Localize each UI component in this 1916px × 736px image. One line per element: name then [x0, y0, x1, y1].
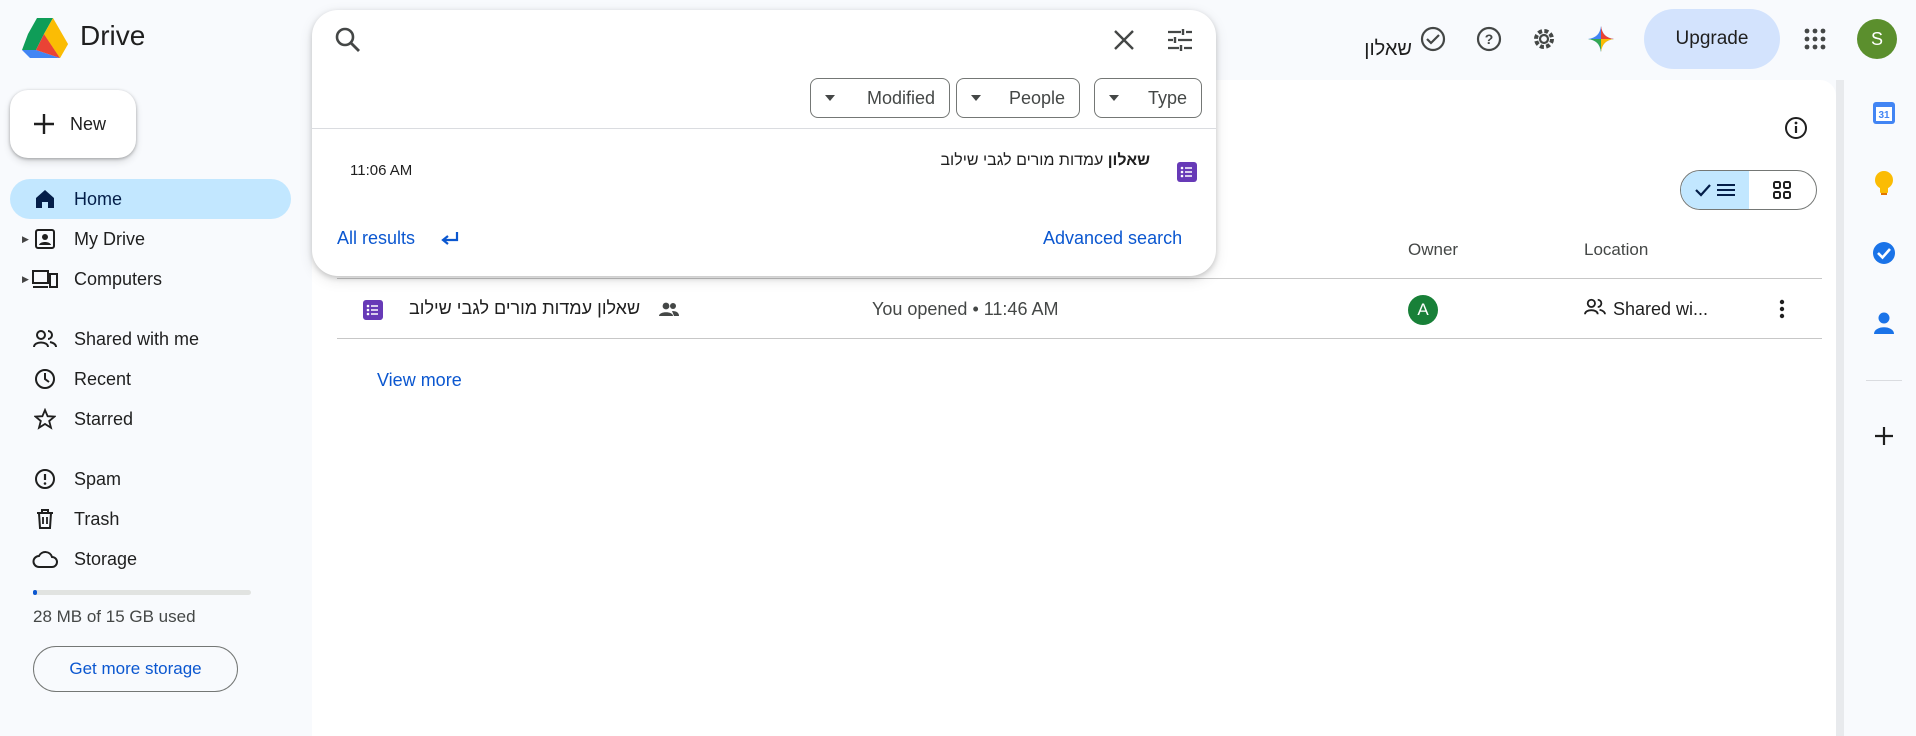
chevron-down-icon: [971, 95, 981, 101]
expand-caret-icon[interactable]: ▶: [22, 234, 29, 245]
column-header-location[interactable]: Location: [1584, 240, 1648, 260]
sidebar-item-trash[interactable]: Trash: [10, 499, 291, 539]
upgrade-button[interactable]: Upgrade: [1644, 9, 1780, 69]
add-addon-plus-icon[interactable]: [1868, 420, 1900, 452]
trash-icon: [32, 506, 58, 532]
sidebar-item-label: Starred: [74, 408, 134, 429]
sidebar-item-recent[interactable]: Recent: [10, 359, 291, 399]
chevron-down-icon: [1109, 95, 1119, 101]
filter-chip-type[interactable]: Type: [1094, 78, 1202, 118]
drive-logo[interactable]: [22, 16, 68, 60]
new-button[interactable]: New: [10, 90, 136, 158]
get-more-storage-button[interactable]: Get more storage: [33, 646, 238, 692]
sidebar-item-label: Home: [74, 188, 123, 209]
sidebar-item-computers[interactable]: ▶ Computers: [10, 259, 291, 299]
shared-people-icon: [659, 301, 679, 317]
table-row[interactable]: שאלון עמדות מורים לגבי שילוב You opened …: [337, 280, 1822, 338]
svg-text:?: ?: [1485, 31, 1494, 47]
search-panel-divider: [312, 128, 1216, 129]
account-avatar[interactable]: S: [1857, 19, 1897, 59]
check-icon: [1694, 184, 1711, 197]
sidebar-item-starred[interactable]: Starred: [10, 399, 291, 439]
enter-return-icon: [440, 230, 460, 248]
gemini-spark-icon[interactable]: [1585, 23, 1617, 55]
keep-lightbulb-icon[interactable]: [1868, 167, 1900, 199]
help-icon[interactable]: ?: [1473, 23, 1505, 55]
search-options-sliders-icon[interactable]: [1167, 28, 1193, 52]
tasks-check-icon[interactable]: [1868, 237, 1900, 269]
settings-gear-icon[interactable]: [1528, 23, 1560, 55]
all-results-link[interactable]: All results: [337, 228, 415, 249]
filter-chip-people[interactable]: People: [956, 78, 1080, 118]
view-toggle[interactable]: [1680, 170, 1817, 210]
cloud-icon: [32, 546, 58, 572]
brand-name: Drive: [80, 20, 146, 51]
chip-label: People: [1008, 87, 1065, 108]
suggestion-time: 11:06 AM: [350, 162, 413, 179]
owner-avatar[interactable]: A: [1408, 295, 1438, 325]
column-header-owner[interactable]: Owner: [1408, 240, 1458, 260]
chevron-down-icon: [825, 95, 835, 101]
list-lines-icon: [1716, 184, 1735, 196]
sidebar-item-label: Spam: [74, 468, 122, 489]
clear-search-icon[interactable]: [1112, 28, 1136, 52]
grid-icon: [1773, 181, 1792, 199]
search-input[interactable]: [752, 28, 1414, 70]
storage-used-text: 28 MB of 15 GB used: [33, 607, 196, 626]
search-suggestion-row[interactable]: [312, 136, 1216, 206]
sidebar-item-label: Storage: [74, 548, 138, 569]
sidebar-item-label: Trash: [74, 508, 120, 529]
suggestion-title-rest: עמדות מורים לגבי שילוב: [940, 152, 1108, 169]
sidebar-item-label: Shared with me: [74, 328, 200, 349]
info-icon[interactable]: [1783, 115, 1813, 145]
sidebar-item-label: My Drive: [74, 228, 145, 249]
home-icon: [32, 186, 58, 212]
table-header-divider: [337, 278, 1822, 279]
sidebar-item-my-drive[interactable]: ▶ My Drive: [10, 219, 291, 259]
sidebar-item-spam[interactable]: Spam: [10, 459, 291, 499]
sidebar-item-home[interactable]: Home: [10, 179, 291, 219]
sidebar-item-storage[interactable]: Storage: [10, 539, 291, 579]
svg-text:31: 31: [1878, 110, 1890, 121]
storage-usage-bar: [33, 590, 251, 595]
sidebar-item-label: Computers: [74, 268, 163, 289]
contacts-person-icon[interactable]: [1868, 307, 1900, 339]
spam-alert-icon: [32, 466, 58, 492]
apps-grid-icon[interactable]: [1799, 23, 1831, 55]
list-view-button[interactable]: [1681, 171, 1749, 209]
chip-label: Type: [1147, 87, 1187, 108]
forms-file-icon: [363, 300, 383, 320]
star-icon: [32, 406, 58, 432]
my-drive-icon: [32, 226, 58, 252]
filter-chip-modified[interactable]: Modified: [810, 78, 950, 118]
more-options-icon[interactable]: [1779, 298, 1785, 320]
calendar-icon[interactable]: 31: [1868, 97, 1900, 129]
chip-label: Modified: [866, 87, 935, 108]
file-name[interactable]: שאלון עמדות מורים לגבי שילוב: [409, 298, 649, 319]
row-divider: [337, 338, 1822, 339]
people-icon: [32, 326, 58, 352]
rail-divider: [1866, 380, 1902, 381]
forms-file-icon: [1177, 162, 1197, 182]
suggestion-title: שאלון עמדות מורים לגבי שילוב: [880, 152, 1150, 170]
new-button-label: New: [70, 113, 107, 134]
storage-usage-fill: [33, 590, 38, 595]
grid-view-button[interactable]: [1749, 171, 1817, 209]
suggestion-title-match: שאלון: [1107, 152, 1150, 169]
last-activity: You opened • 11:46 AM: [872, 299, 1059, 319]
search-icon[interactable]: [334, 26, 362, 54]
view-more-link[interactable]: View more: [377, 370, 462, 391]
plus-icon: [34, 114, 54, 134]
computers-icon: [32, 266, 58, 292]
sidebar-item-shared-with-me[interactable]: Shared with me: [10, 319, 291, 359]
offline-check-icon[interactable]: [1417, 23, 1449, 55]
advanced-search-link[interactable]: Advanced search: [1043, 228, 1182, 249]
file-location[interactable]: Shared wi...: [1613, 299, 1708, 320]
expand-caret-icon[interactable]: ▶: [22, 274, 29, 285]
scrollbar[interactable]: [1836, 80, 1844, 736]
shared-with-icon: [1584, 297, 1606, 317]
sidebar-item-label: Recent: [74, 368, 132, 389]
clock-icon: [32, 366, 58, 392]
